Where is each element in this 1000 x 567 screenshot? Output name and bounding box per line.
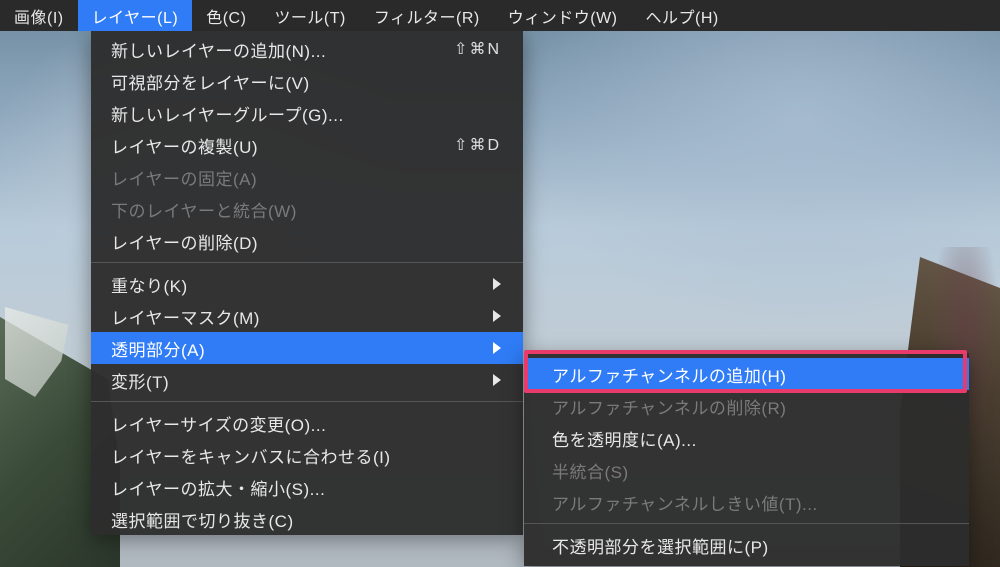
- menu-window[interactable]: ウィンドウ(W): [494, 0, 632, 31]
- menu-label: レイヤーサイズの変更(O)...: [111, 411, 501, 436]
- submenu-arrow-icon: [493, 342, 501, 354]
- menu-item-duplicate-layer[interactable]: レイヤーの複製(U) ⇧⌘D: [91, 129, 523, 161]
- menu-label: レイヤーをキャンバスに合わせる(I): [111, 443, 501, 468]
- transparency-submenu: アルファチャンネルの追加(H) アルファチャンネルの削除(R) 色を透明度に(A…: [524, 353, 969, 566]
- menu-item-scale-layer[interactable]: レイヤーの拡大・縮小(S)...: [91, 471, 523, 503]
- menu-label: 新しいレイヤーの追加(N)...: [111, 37, 454, 62]
- submenu-item-color-to-alpha[interactable]: 色を透明度に(A)...: [524, 422, 969, 454]
- menu-label: 選択範囲で切り抜き(C): [111, 507, 501, 532]
- menu-label: 不透明部分を選択範囲に(P): [552, 533, 947, 558]
- menu-item-stack[interactable]: 重なり(K): [91, 268, 523, 300]
- menu-label: 半統合(S): [552, 458, 947, 483]
- menu-label: 可視部分をレイヤーに(V): [111, 69, 501, 94]
- submenu-arrow-icon: [493, 374, 501, 386]
- menu-label: 重なり(K): [111, 272, 493, 297]
- menu-item-new-layer-group[interactable]: 新しいレイヤーグループ(G)...: [91, 97, 523, 129]
- submenu-item-threshold-alpha: アルファチャンネルしきい値(T)...: [524, 486, 969, 518]
- menu-image[interactable]: 画像(I): [0, 0, 78, 31]
- menu-label: 新しいレイヤーグループ(G)...: [111, 101, 501, 126]
- menu-shortcut: ⇧⌘N: [454, 39, 501, 59]
- menu-item-layer-boundary-size[interactable]: レイヤーサイズの変更(O)...: [91, 407, 523, 439]
- submenu-item-semi-flatten: 半統合(S): [524, 454, 969, 486]
- submenu-item-alpha-to-selection[interactable]: 不透明部分を選択範囲に(P): [524, 529, 969, 561]
- menu-item-delete-layer[interactable]: レイヤーの削除(D): [91, 225, 523, 257]
- menu-label: アルファチャンネルの削除(R): [552, 394, 947, 419]
- menu-separator: [91, 262, 523, 263]
- menu-item-new-layer[interactable]: 新しいレイヤーの追加(N)... ⇧⌘N: [91, 33, 523, 65]
- layer-menu-dropdown: 新しいレイヤーの追加(N)... ⇧⌘N 可視部分をレイヤーに(V) 新しいレイ…: [91, 31, 523, 535]
- menu-shortcut: ⇧⌘D: [454, 135, 501, 155]
- submenu-arrow-icon: [493, 278, 501, 290]
- menu-item-visible-to-layer[interactable]: 可視部分をレイヤーに(V): [91, 65, 523, 97]
- menu-item-layer-mask[interactable]: レイヤーマスク(M): [91, 300, 523, 332]
- menu-tools[interactable]: ツール(T): [260, 0, 359, 31]
- menu-label: アルファチャンネルの追加(H): [552, 362, 947, 387]
- menu-label: レイヤーの削除(D): [111, 229, 501, 254]
- menu-label: 下のレイヤーと統合(W): [111, 197, 501, 222]
- menu-label: レイヤーの固定(A): [111, 165, 501, 190]
- menu-separator: [524, 523, 969, 524]
- menu-item-layer-to-image-size[interactable]: レイヤーをキャンバスに合わせる(I): [91, 439, 523, 471]
- menu-layer[interactable]: レイヤー(L): [78, 0, 193, 31]
- menu-label: 色を透明度に(A)...: [552, 426, 947, 451]
- menu-color[interactable]: 色(C): [192, 0, 260, 31]
- application-menubar: 画像(I) レイヤー(L) 色(C) ツール(T) フィルター(R) ウィンドウ…: [0, 0, 1000, 31]
- menu-item-crop-to-selection[interactable]: 選択範囲で切り抜き(C): [91, 503, 523, 535]
- submenu-item-add-alpha-channel[interactable]: アルファチャンネルの追加(H): [524, 358, 969, 390]
- submenu-item-remove-alpha-channel: アルファチャンネルの削除(R): [524, 390, 969, 422]
- menu-help[interactable]: ヘルプ(H): [632, 0, 733, 31]
- menu-label: レイヤーの拡大・縮小(S)...: [111, 475, 501, 500]
- menu-label: レイヤーの複製(U): [111, 133, 454, 158]
- menu-label: アルファチャンネルしきい値(T)...: [552, 490, 947, 515]
- menu-item-merge-down: 下のレイヤーと統合(W): [91, 193, 523, 225]
- menu-label: レイヤーマスク(M): [111, 304, 493, 329]
- menu-item-anchor-layer: レイヤーの固定(A): [91, 161, 523, 193]
- menu-filters[interactable]: フィルター(R): [360, 0, 494, 31]
- menu-label: 透明部分(A): [111, 336, 493, 361]
- menu-item-transparency[interactable]: 透明部分(A): [91, 332, 523, 364]
- menu-item-transform[interactable]: 変形(T): [91, 364, 523, 396]
- submenu-arrow-icon: [493, 310, 501, 322]
- menu-label: 変形(T): [111, 368, 493, 393]
- menu-separator: [91, 401, 523, 402]
